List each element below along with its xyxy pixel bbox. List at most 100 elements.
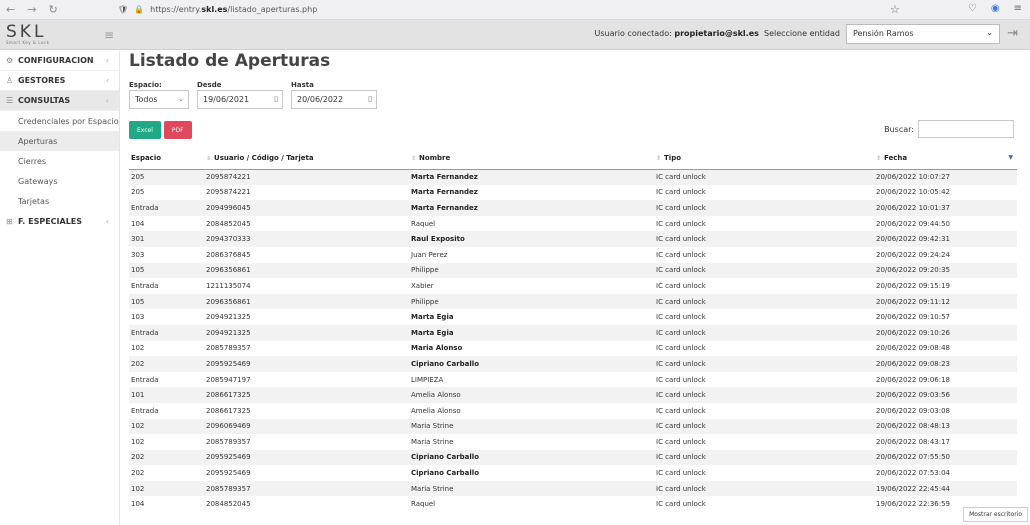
usuario-cell: 2095874221 <box>204 169 409 185</box>
logo[interactable]: SKL Smart Key & Lock <box>0 24 120 46</box>
logo-subtitle: Smart Key & Lock <box>6 40 50 45</box>
bookmark-star-icon[interactable]: ☆ <box>890 3 900 16</box>
nombre-cell: Xabier <box>411 281 434 290</box>
nombre-cell: Cipriano Carballo <box>409 356 654 372</box>
table-row: 103 2094921325 Marta Egia IC card unlock 20/… <box>129 309 1017 325</box>
column-usuario[interactable]: ⇕ Usuario / Código / Tarjeta <box>204 147 409 170</box>
sidebar: ⚙ CONFIGURACION ‹ ♙ GESTORES ‹ ☰ CONSULT… <box>0 51 120 525</box>
column-label: Usuario / Código / Tarjeta <box>214 153 314 162</box>
sidebar-item-cierres[interactable]: Cierres <box>0 151 119 171</box>
fecha-cell: 20/06/2022 09:44:50 <box>876 219 951 228</box>
sort-icon: ⇕ <box>411 154 417 162</box>
sidebar-item-label: Credenciales por Espacio <box>18 116 119 126</box>
sidebar-item-credenciales[interactable]: Credenciales por Espacio <box>0 111 119 131</box>
shield-icon: 🛡 <box>118 5 129 14</box>
sidebar-group-label: CONFIGURACION <box>18 56 94 65</box>
entity-label: Seleccione entidad <box>763 29 840 38</box>
column-espacio[interactable]: Espacio <box>129 147 204 170</box>
sidebar-group-gestores[interactable]: ♙ GESTORES ‹ <box>0 71 119 91</box>
hamburger-menu-icon[interactable]: ≡ <box>104 28 114 42</box>
reload-icon[interactable]: ↻ <box>48 3 57 16</box>
sidebar-group-especiales[interactable]: ⊞ F. ESPECIALES ‹ <box>0 211 119 231</box>
excel-export-button[interactable]: Excel <box>129 121 161 139</box>
espacio-cell: 202 <box>131 469 145 478</box>
search-label: Buscar: <box>884 124 914 134</box>
pocket-icon[interactable]: ♡ <box>968 3 977 14</box>
tipo-cell: IC card unlock <box>656 313 706 322</box>
address-bar[interactable]: 🛡 🔒 https://entry.skl.es/listado_apertur… <box>118 5 317 14</box>
table-row: 105 2096356861 Philippe IC card unlock 20/06… <box>129 293 1017 310</box>
espacio-cell: 202 <box>129 449 204 466</box>
table-row: Entrada 2085947197 LIMPIEZA IC card unlock 2… <box>129 372 1017 388</box>
sidebar-group-configuracion[interactable]: ⚙ CONFIGURACION ‹ <box>0 51 119 71</box>
nombre-cell: Marta Egia <box>411 313 454 322</box>
sidebar-item-aperturas[interactable]: Aperturas <box>0 131 119 151</box>
table-row: Entrada 2086617325 Amelia Alonso IC card un… <box>129 403 1017 419</box>
fecha-cell: 20/06/2022 10:05:42 <box>876 188 951 197</box>
fecha-cell: 20/06/2022 09:06:18 <box>876 375 951 384</box>
espacio-cell: 102 <box>129 480 204 497</box>
espacio-cell: 105 <box>129 293 204 310</box>
table-row: 202 2095925469 Cipriano Carballo IC card un… <box>129 465 1017 481</box>
desde-value: 19/06/2021 <box>203 95 250 104</box>
nombre-cell: Raquel <box>411 500 436 509</box>
usuario-cell: 1211135074 <box>206 281 251 290</box>
filter-hasta: Hasta 20/06/2022 ▯ <box>291 81 377 109</box>
espacio-cell: 104 <box>131 219 145 228</box>
tipo-cell: IC card unlock <box>656 500 706 509</box>
fecha-cell: 20/06/2022 10:01:37 <box>874 200 1017 216</box>
hasta-date-input[interactable]: 20/06/2022 ▯ <box>291 90 377 109</box>
nombre-cell: Juan Perez <box>411 250 448 259</box>
tipo-cell: IC card unlock <box>654 418 874 435</box>
fecha-cell: 20/06/2022 09:08:23 <box>874 356 1017 372</box>
tipo-cell: IC card unlock <box>656 375 706 384</box>
fecha-cell: 20/06/2022 09:08:48 <box>876 344 951 353</box>
nombre-cell: Maria Strine <box>409 418 654 435</box>
fecha-cell: 20/06/2022 07:55:50 <box>874 449 1017 466</box>
usuario-cell: 2086617325 <box>206 406 251 415</box>
tipo-cell: IC card unlock <box>656 437 706 446</box>
sidebar-group-consultas[interactable]: ☰ CONSULTAS ‹ <box>0 91 119 111</box>
espacio-cell: 102 <box>129 418 204 435</box>
calendar-icon[interactable]: ▯ <box>368 95 372 103</box>
aperturas-table: Espacio ⇕ Usuario / Código / Tarjeta ⇕ Nom… <box>129 147 1017 512</box>
table-row: 303 2086376845 Juan Perez IC card unlock 20/… <box>129 247 1017 263</box>
user-label: Usuario conectado: <box>594 29 672 38</box>
pdf-export-button[interactable]: PDF <box>163 121 192 139</box>
forward-icon[interactable]: → <box>27 3 36 16</box>
column-nombre[interactable]: ⇕ Nombre <box>409 147 654 170</box>
desde-date-input[interactable]: 19/06/2021 ▯ <box>197 90 283 109</box>
sidebar-item-gateways[interactable]: Gateways <box>0 171 119 191</box>
fecha-cell: 20/06/2022 09:11:12 <box>874 293 1017 310</box>
fecha-cell: 20/06/2022 09:10:57 <box>876 313 951 322</box>
entity-select[interactable]: Pensión Ramos ⌄ <box>846 24 1000 44</box>
espacio-cell: 301 <box>129 231 204 247</box>
usuario-cell: 2086617325 <box>204 387 409 403</box>
usuario-cell: 2095925469 <box>204 449 409 466</box>
show-desktop-tooltip: Mostrar escritorio <box>963 507 1028 522</box>
user-email: propietario@skl.es <box>674 29 759 38</box>
search-input[interactable] <box>918 120 1014 138</box>
espacio-cell: 102 <box>131 437 145 446</box>
table-row: 104 2084852045 Raquel IC card unlock 19/06/2… <box>129 496 1017 512</box>
calendar-icon[interactable]: ▯ <box>274 95 278 103</box>
logout-icon[interactable]: ⇥ <box>1007 26 1018 41</box>
column-fecha[interactable]: ⇕ Fecha ▼ <box>874 147 1017 170</box>
sidebar-item-tarjetas[interactable]: Tarjetas <box>0 191 119 211</box>
column-tipo[interactable]: ⇕ Tipo <box>654 147 874 170</box>
back-icon[interactable]: ← <box>6 3 15 16</box>
extension-icon[interactable]: ◉ <box>991 3 1000 14</box>
nombre-cell: Raul Exposito <box>409 231 654 247</box>
nombre-cell: Maria Alonso <box>411 344 463 353</box>
column-label: Fecha <box>884 153 908 162</box>
action-row: Excel PDF Buscar: <box>129 120 1019 139</box>
espacio-select[interactable]: Todos ⌄ <box>129 90 189 109</box>
menu-icon[interactable]: ≡ <box>1014 3 1022 14</box>
table-row: 102 2085789357 Maria Strine IC card unlock 1… <box>129 480 1017 497</box>
nombre-cell: Marta Egia <box>409 324 654 341</box>
sidebar-group-label: GESTORES <box>18 76 66 85</box>
usuario-cell: 2085789357 <box>204 480 409 497</box>
tipo-cell: IC card unlock <box>656 344 706 353</box>
fecha-cell: 20/06/2022 08:48:13 <box>874 418 1017 435</box>
url-text: https://entry.skl.es/listado_aperturas.p… <box>150 5 318 14</box>
